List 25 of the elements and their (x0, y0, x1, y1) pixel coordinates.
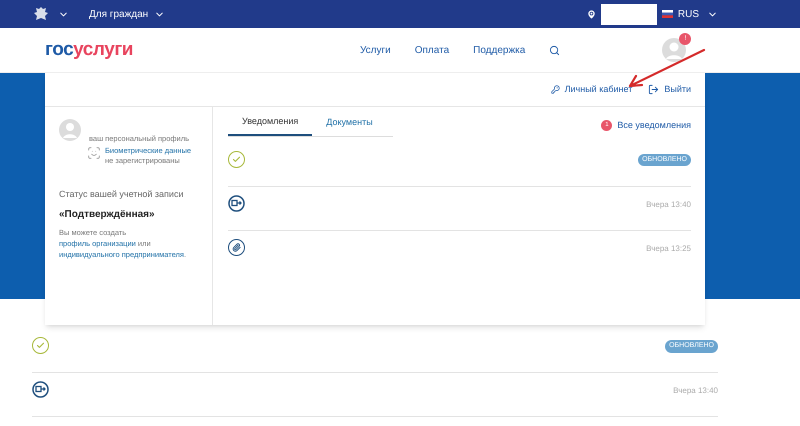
logout-icon (648, 84, 660, 95)
language-selector[interactable]: RUS (678, 6, 718, 22)
location-pin-icon[interactable] (586, 8, 597, 20)
cabinet-link[interactable]: Личный кабинет (550, 82, 632, 96)
logout-link[interactable]: Выйти (648, 82, 691, 96)
notification-time: Вчера 13:25 (646, 242, 691, 254)
flag-icon (662, 10, 673, 18)
search-icon[interactable] (549, 44, 560, 56)
tab[interactable]: Документы (312, 115, 387, 136)
emblem-icon (32, 5, 50, 23)
logo[interactable]: госуслуги (45, 36, 133, 64)
location-field[interactable] (600, 4, 657, 24)
nav-link[interactable]: Услуги (360, 42, 391, 58)
notification-time: Вчера 13:40 (673, 385, 718, 397)
avatar-icon[interactable] (662, 38, 686, 62)
status-value: «Подтверждённая» (59, 208, 156, 222)
key-icon (550, 85, 560, 94)
status-label: Статус вашей учетной записи (59, 188, 184, 202)
audience-menu[interactable]: Для граждан (89, 6, 166, 22)
face-scan-icon (87, 146, 101, 160)
notification-time: Вчера 13:40 (646, 198, 691, 210)
avatar-icon (59, 119, 81, 141)
nav-link[interactable]: Поддержка (473, 42, 526, 58)
tab[interactable]: Уведомления (228, 115, 312, 136)
nav-link[interactable]: Оплата (414, 42, 450, 58)
